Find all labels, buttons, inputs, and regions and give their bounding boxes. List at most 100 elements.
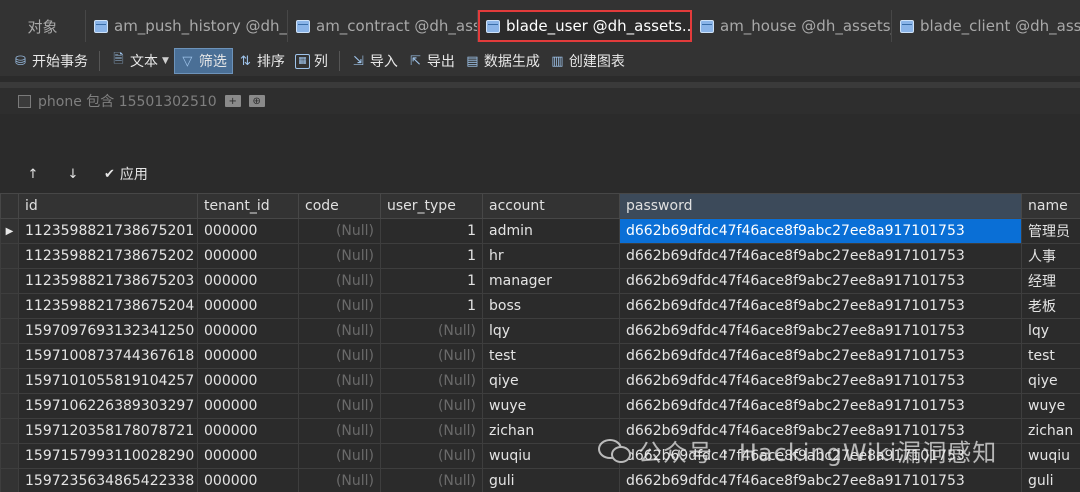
cell-tenant-id[interactable]: 000000 — [197, 468, 299, 492]
column-header-id[interactable]: id — [18, 193, 198, 219]
table-row[interactable]: 1597106226389303297 000000 (Null) (Null) wuy… — [0, 393, 1080, 419]
cell-account[interactable]: lqy — [482, 318, 620, 344]
cell-user-type[interactable]: (Null) — [380, 443, 483, 469]
table-row[interactable]: 1123598821738675203 000000 (Null) 1 manager d… — [0, 268, 1080, 294]
cell-account[interactable]: wuye — [482, 393, 620, 419]
cell-user-type[interactable]: (Null) — [380, 368, 483, 394]
cell-code[interactable]: (Null) — [298, 293, 381, 319]
cell-id[interactable]: 1597097693132341250 — [18, 318, 198, 344]
cell-name[interactable]: wuqiu — [1021, 443, 1080, 469]
apply-button[interactable]: ✔ 应用 — [104, 164, 148, 184]
cell-user-type[interactable]: 1 — [380, 293, 483, 319]
column-header-code[interactable]: code — [298, 193, 381, 219]
import-button[interactable]: ⇲ 导入 — [346, 48, 403, 74]
cell-password[interactable]: d662b69dfdc47f46ace8f9abc27ee8a917101753 — [619, 393, 1022, 419]
cell-id[interactable]: 1597100873744367618 — [18, 343, 198, 369]
table-row[interactable]: 1123598821738675204 000000 (Null) 1 boss d662… — [0, 293, 1080, 319]
cell-id[interactable]: 1597235634865422338 — [18, 468, 198, 492]
table-row[interactable]: ▶ 1123598821738675201 000000 (Null) 1 admin d6… — [0, 218, 1080, 244]
cell-account[interactable]: zichan — [482, 418, 620, 444]
table-row[interactable]: 1597097693132341250 000000 (Null) (Null) lqy… — [0, 318, 1080, 344]
cell-code[interactable]: (Null) — [298, 243, 381, 269]
cell-tenant-id[interactable]: 000000 — [197, 393, 299, 419]
cell-tenant-id[interactable]: 000000 — [197, 318, 299, 344]
table-row[interactable]: 1597100873744367618 000000 (Null) (Null) tes… — [0, 343, 1080, 369]
cell-account[interactable]: qiye — [482, 368, 620, 394]
generate-data-button[interactable]: ▤ 数据生成 — [460, 48, 545, 74]
row-header[interactable] — [0, 443, 19, 469]
cell-user-type[interactable]: (Null) — [380, 468, 483, 492]
cell-password[interactable]: d662b69dfdc47f46ace8f9abc27ee8a917101753 — [619, 418, 1022, 444]
cell-tenant-id[interactable]: 000000 — [197, 293, 299, 319]
cell-id[interactable]: 1123598821738675204 — [18, 293, 198, 319]
cell-name[interactable]: 管理员 — [1021, 218, 1080, 244]
cell-code[interactable]: (Null) — [298, 343, 381, 369]
column-header-account[interactable]: account — [482, 193, 620, 219]
row-header[interactable] — [0, 268, 19, 294]
cell-password[interactable]: d662b69dfdc47f46ace8f9abc27ee8a917101753 — [619, 293, 1022, 319]
cell-tenant-id[interactable]: 000000 — [197, 418, 299, 444]
move-up-button[interactable]: ↑ — [24, 167, 42, 182]
cell-user-type[interactable]: (Null) — [380, 318, 483, 344]
cell-tenant-id[interactable]: 000000 — [197, 243, 299, 269]
cell-name[interactable]: test — [1021, 343, 1080, 369]
row-header[interactable] — [0, 318, 19, 344]
cell-password[interactable]: d662b69dfdc47f46ace8f9abc27ee8a917101753 — [619, 468, 1022, 492]
table-row[interactable]: 1597101055819104257 000000 (Null) (Null) qiy… — [0, 368, 1080, 394]
cell-name[interactable]: 经理 — [1021, 268, 1080, 294]
column-header-user-type[interactable]: user_type — [380, 193, 483, 219]
tab-am-push-history[interactable]: am_push_history @dh_assets_... — [86, 10, 288, 42]
cell-tenant-id[interactable]: 000000 — [197, 368, 299, 394]
cell-name[interactable]: wuye — [1021, 393, 1080, 419]
cell-id[interactable]: 1597106226389303297 — [18, 393, 198, 419]
cell-name[interactable]: guli — [1021, 468, 1080, 492]
begin-transaction-button[interactable]: ⛁ 开始事务 — [8, 48, 93, 74]
cell-password[interactable]: d662b69dfdc47f46ace8f9abc27ee8a917101753 — [619, 218, 1022, 244]
table-row[interactable]: 1123598821738675202 000000 (Null) 1 hr d662b6… — [0, 243, 1080, 269]
filter-expression[interactable]: phone 包含 15501302510 — [38, 91, 217, 111]
cell-password[interactable]: d662b69dfdc47f46ace8f9abc27ee8a917101753 — [619, 243, 1022, 269]
text-view-button[interactable]: 🗎 文本 ▼ — [106, 48, 174, 74]
cell-user-type[interactable]: 1 — [380, 268, 483, 294]
cell-name[interactable]: qiye — [1021, 368, 1080, 394]
add-group-button[interactable]: ⊕ — [248, 95, 265, 107]
cell-password[interactable]: d662b69dfdc47f46ace8f9abc27ee8a917101753 — [619, 268, 1022, 294]
cell-code[interactable]: (Null) — [298, 318, 381, 344]
cell-password[interactable]: d662b69dfdc47f46ace8f9abc27ee8a917101753 — [619, 318, 1022, 344]
row-header[interactable] — [0, 243, 19, 269]
cell-account[interactable]: test — [482, 343, 620, 369]
cell-user-type[interactable]: 1 — [380, 243, 483, 269]
cell-code[interactable]: (Null) — [298, 393, 381, 419]
move-down-button[interactable]: ↓ — [64, 167, 82, 182]
sort-button[interactable]: ⇅ 排序 — [233, 48, 290, 74]
row-header[interactable] — [0, 418, 19, 444]
cell-password[interactable]: d662b69dfdc47f46ace8f9abc27ee8a917101753 — [619, 443, 1022, 469]
column-header-password[interactable]: password — [619, 193, 1022, 219]
cell-account[interactable]: guli — [482, 468, 620, 492]
cell-name[interactable]: 人事 — [1021, 243, 1080, 269]
tab-objects[interactable]: 对象 — [0, 10, 86, 42]
cell-name[interactable]: zichan — [1021, 418, 1080, 444]
cell-account[interactable]: manager — [482, 268, 620, 294]
cell-code[interactable]: (Null) — [298, 443, 381, 469]
cell-user-type[interactable]: (Null) — [380, 418, 483, 444]
cell-name[interactable]: lqy — [1021, 318, 1080, 344]
create-chart-button[interactable]: ▥ 创建图表 — [545, 48, 630, 74]
cell-user-type[interactable]: (Null) — [380, 393, 483, 419]
cell-tenant-id[interactable]: 000000 — [197, 343, 299, 369]
cell-id[interactable]: 1597157993110028290 — [18, 443, 198, 469]
cell-code[interactable]: (Null) — [298, 468, 381, 492]
cell-account[interactable]: wuqiu — [482, 443, 620, 469]
column-header-name[interactable]: name — [1021, 193, 1080, 219]
tab-am-contract[interactable]: am_contract @dh_asse... — [288, 10, 478, 42]
cell-id[interactable]: 1123598821738675203 — [18, 268, 198, 294]
table-row[interactable]: 1597157993110028290 000000 (Null) (Null) wuq… — [0, 443, 1080, 469]
cell-code[interactable]: (Null) — [298, 418, 381, 444]
row-header[interactable] — [0, 368, 19, 394]
filter-button[interactable]: ▽ 筛选 — [173, 48, 233, 74]
table-row[interactable]: 1597235634865422338 000000 (Null) (Null) gul… — [0, 468, 1080, 492]
cell-tenant-id[interactable]: 000000 — [197, 443, 299, 469]
tab-blade-client[interactable]: blade_client @dh_asset — [892, 10, 1080, 42]
row-header[interactable]: ▶ — [0, 218, 19, 244]
row-header[interactable] — [0, 393, 19, 419]
